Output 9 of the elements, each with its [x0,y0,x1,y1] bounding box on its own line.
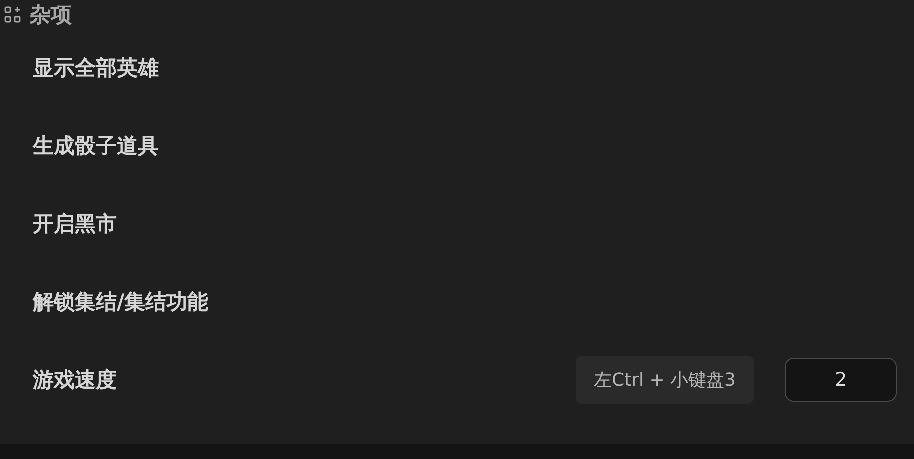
apps-add-icon [4,6,22,24]
option-label: 游戏速度 [33,367,118,394]
option-label[interactable]: 解锁集结/集结功能 [33,288,897,316]
shortcut-badge: 左Ctrl + 小键盘3 [576,356,754,404]
section-title: 杂项 [30,2,72,28]
value-field[interactable]: 2 [785,358,897,402]
option-label[interactable]: 开启黑市 [33,210,897,238]
option-label[interactable]: 显示全部英雄 [33,54,897,82]
option-label[interactable]: 生成骰子道具 [33,132,897,160]
